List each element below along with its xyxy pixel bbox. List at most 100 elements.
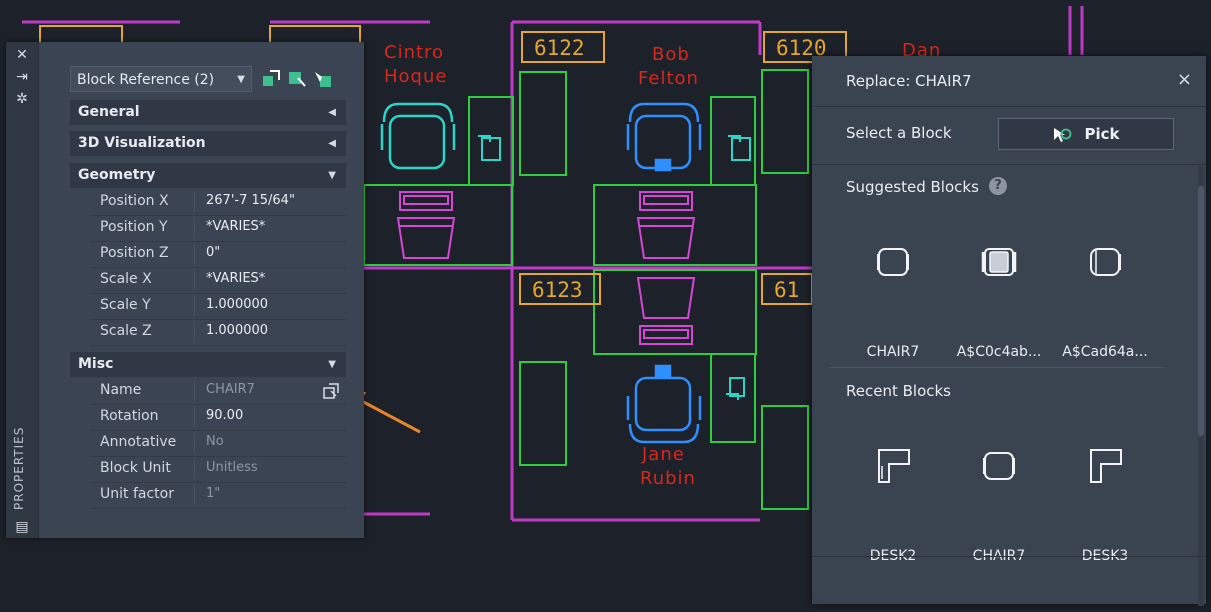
section-general-label: General (78, 104, 140, 120)
section-geometry[interactable]: Geometry ▼ (70, 163, 346, 188)
prop-label: Block Unit (100, 460, 171, 476)
help-icon[interactable]: ? (989, 177, 1007, 195)
chair-rubin[interactable] (626, 364, 702, 444)
prop-label: Unit factor (100, 486, 174, 502)
autohide-icon[interactable]: ⇥ (14, 70, 30, 84)
chair-block-icon (981, 248, 1017, 276)
block-label: CHAIR7 (866, 344, 920, 360)
desks (363, 69, 809, 510)
prop-row-position-x[interactable]: Position X 267'-7 15/64" (90, 189, 346, 216)
chair-felton[interactable] (626, 102, 702, 172)
select-block-label: Select a Block (846, 124, 952, 142)
room-label-6123: 6123 (532, 278, 583, 302)
properties-palette: ✕ ⇥ ✲ PROPERTIES ▤ Block Reference (2) ▼… (6, 42, 364, 538)
prop-value[interactable]: 1.000000 (206, 297, 268, 312)
suggested-block-chair7[interactable]: CHAIR7 (843, 234, 943, 364)
prop-row-scale-y[interactable]: Scale Y 1.000000 (90, 293, 346, 320)
selection-dropdown[interactable]: Block Reference (2) ▼ (70, 66, 252, 92)
prop-row-scale-z[interactable]: Scale Z 1.000000 (90, 319, 346, 346)
suggested-block-a-cad64a[interactable]: A$Cad64a... (1055, 234, 1155, 364)
section-3d-visualization[interactable]: 3D Visualization ◀ (70, 131, 346, 156)
section-geometry-label: Geometry (78, 167, 156, 183)
collapse-left-icon: ◀ (328, 107, 336, 118)
prop-value[interactable]: 90.00 (206, 408, 243, 423)
chair-hoque[interactable] (380, 102, 456, 170)
divider (812, 164, 1206, 165)
pick-cursor-icon (1054, 127, 1072, 142)
prop-row-unit-factor[interactable]: Unit factor 1" (90, 482, 346, 509)
recent-block-desk2[interactable]: DESK2 (843, 438, 943, 568)
suggested-block-a-c0c4ab[interactable]: A$C0c4ab... (949, 234, 1049, 364)
prop-value: Unitless (206, 460, 258, 475)
prop-row-position-y[interactable]: Position Y *VARIES* (90, 215, 346, 242)
person-last-felton: Felton (638, 68, 699, 89)
toggle-pickadd-icon[interactable] (260, 68, 282, 90)
recent-blocks-label: Recent Blocks (846, 382, 951, 400)
select-objects-icon[interactable] (286, 68, 308, 90)
section-misc[interactable]: Misc ▼ (70, 352, 346, 377)
prop-value: CHAIR7 (206, 382, 255, 397)
replace-block-palette: Replace: CHAIR7 × Select a Block Pick Su… (812, 56, 1206, 606)
prop-row-scale-x[interactable]: Scale X *VARIES* (90, 267, 346, 294)
expand-down-icon: ▼ (328, 359, 336, 370)
close-icon[interactable]: × (1177, 69, 1192, 90)
prop-value[interactable]: 0" (206, 245, 220, 260)
section-general[interactable]: General ◀ (70, 100, 346, 125)
prop-value[interactable]: 1.000000 (206, 323, 268, 338)
suggested-blocks-label: Suggested Blocks (846, 178, 979, 196)
prop-row-block-unit[interactable]: Block Unit Unitless (90, 456, 346, 483)
chair-block-icon (1090, 248, 1121, 276)
divider (812, 556, 1206, 557)
collapse-left-icon: ◀ (328, 138, 336, 149)
selection-value: Block Reference (2) (77, 72, 215, 88)
palette-strip: ✕ ⇥ ✲ PROPERTIES ▤ (6, 42, 39, 538)
settings-icon[interactable]: ✲ (14, 92, 30, 106)
prop-value[interactable]: 267'-7 15/64" (206, 193, 295, 208)
replace-title: Replace: CHAIR7 (846, 72, 972, 90)
close-icon[interactable]: ✕ (14, 48, 30, 62)
replace-header: Replace: CHAIR7 × (812, 56, 1206, 107)
chair-block-icon (983, 452, 1015, 480)
section-visualization-label: 3D Visualization (78, 135, 206, 151)
person-first-felton: Bob (652, 44, 690, 65)
prop-label: Annotative (100, 434, 177, 450)
prop-value[interactable]: *VARIES* (206, 219, 265, 234)
palette-title: PROPERTIES (12, 426, 26, 510)
prop-label: Position X (100, 193, 169, 209)
block-label: A$C0c4ab... (956, 344, 1042, 360)
divider (830, 367, 1164, 368)
prop-value[interactable]: *VARIES* (206, 271, 265, 286)
scrollbar[interactable] (1198, 166, 1204, 606)
room-label-6122: 6122 (534, 36, 585, 60)
prop-row-position-z[interactable]: Position Z 0" (90, 241, 346, 268)
recent-block-chair7[interactable]: CHAIR7 (949, 438, 1049, 568)
room-label-61: 61 (774, 278, 799, 302)
chevron-down-icon: ▼ (237, 74, 245, 85)
replace-block-icon[interactable] (322, 382, 340, 400)
prop-row-annotative[interactable]: Annotative No (90, 430, 346, 457)
desk-block-icon (1090, 449, 1122, 483)
pick-label: Pick (1084, 125, 1120, 143)
prop-row-name[interactable]: Name CHAIR7 (90, 378, 346, 405)
person-first-hoque: Cintro (384, 42, 444, 63)
chair-block-icon (877, 248, 909, 276)
prop-label: Position Z (100, 245, 169, 261)
prop-value: 1" (206, 486, 221, 501)
prop-label: Scale X (100, 271, 152, 287)
prop-label: Position Y (100, 219, 168, 235)
person-last-hoque: Hoque (384, 66, 447, 87)
prop-label: Scale Z (100, 323, 152, 339)
person-first-rubin: Jane (641, 444, 685, 465)
quick-select-icon[interactable] (312, 68, 334, 90)
expand-down-icon: ▼ (328, 170, 336, 181)
scroll-thumb[interactable] (1198, 186, 1204, 436)
pick-button[interactable]: Pick (998, 118, 1174, 150)
section-misc-label: Misc (78, 356, 114, 372)
block-label: A$Cad64a... (1062, 344, 1148, 360)
prop-label: Scale Y (100, 297, 151, 313)
prop-row-rotation[interactable]: Rotation 90.00 (90, 404, 346, 431)
desk-block-icon (878, 449, 910, 483)
properties-icon: ▤ (15, 519, 29, 535)
prop-label: Name (100, 382, 142, 398)
recent-block-desk3[interactable]: DESK3 (1055, 438, 1155, 568)
